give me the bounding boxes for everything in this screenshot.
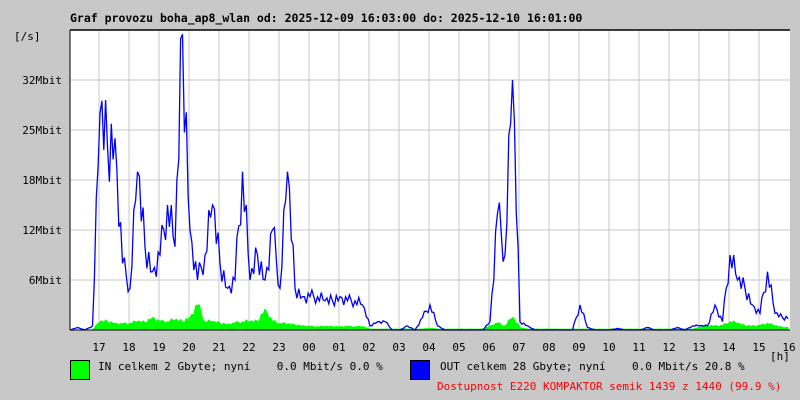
x-tick-label: 20 bbox=[182, 341, 195, 354]
x-tick-label: 03 bbox=[392, 341, 405, 354]
x-tick-label: 11 bbox=[632, 341, 645, 354]
y-tick-label: 32Mbit bbox=[22, 74, 62, 87]
x-tick-label: 05 bbox=[452, 341, 465, 354]
x-tick-label: 00 bbox=[302, 341, 315, 354]
y-tick-label: 6Mbit bbox=[29, 274, 62, 287]
x-tick-label: 01 bbox=[332, 341, 345, 354]
legend-in-text: IN celkem 2 Gbyte; nyní 0.0 Mbit/s 0.0 % bbox=[98, 360, 383, 373]
x-axis-unit: [h] bbox=[770, 350, 790, 363]
x-tick-label: 14 bbox=[722, 341, 736, 354]
x-tick-label: 15 bbox=[752, 341, 765, 354]
x-tick-label: 12 bbox=[662, 341, 675, 354]
x-tick-label: 19 bbox=[152, 341, 165, 354]
y-tick-label: 18Mbit bbox=[22, 174, 62, 187]
x-tick-label: 07 bbox=[512, 341, 525, 354]
x-tick-label: 06 bbox=[482, 341, 495, 354]
y-tick-label: 12Mbit bbox=[22, 224, 62, 237]
x-tick-label: 22 bbox=[242, 341, 255, 354]
x-tick-label: 10 bbox=[602, 341, 615, 354]
legend-out-swatch bbox=[410, 360, 430, 380]
y-tick-label: 25Mbit bbox=[22, 124, 62, 137]
x-tick-label: 21 bbox=[212, 341, 225, 354]
x-tick-label: 08 bbox=[542, 341, 555, 354]
legend-out-text: OUT celkem 28 Gbyte; nyní 0.0 Mbit/s 20.… bbox=[440, 360, 745, 373]
plot-area: 17 18 19 20 21 22 23 00 01 02 03 04 05 06 07 08 09 10 11 12… bbox=[22, 29, 796, 354]
x-tick-label: 04 bbox=[422, 341, 436, 354]
availability-text: Dostupnost E220 KOMPAKTOR semik 1439 z 1… bbox=[437, 380, 782, 393]
traffic-graph: Graf provozu boha_ap8_wlan od: 2025-12-0… bbox=[0, 0, 800, 400]
x-tick-label: 09 bbox=[572, 341, 585, 354]
x-tick-label: 23 bbox=[272, 341, 285, 354]
x-tick-label: 13 bbox=[692, 341, 705, 354]
legend-in-swatch bbox=[70, 360, 90, 380]
x-tick-label: 02 bbox=[362, 341, 375, 354]
x-tick-label: 17 bbox=[92, 341, 105, 354]
x-tick-label: 18 bbox=[122, 341, 135, 354]
